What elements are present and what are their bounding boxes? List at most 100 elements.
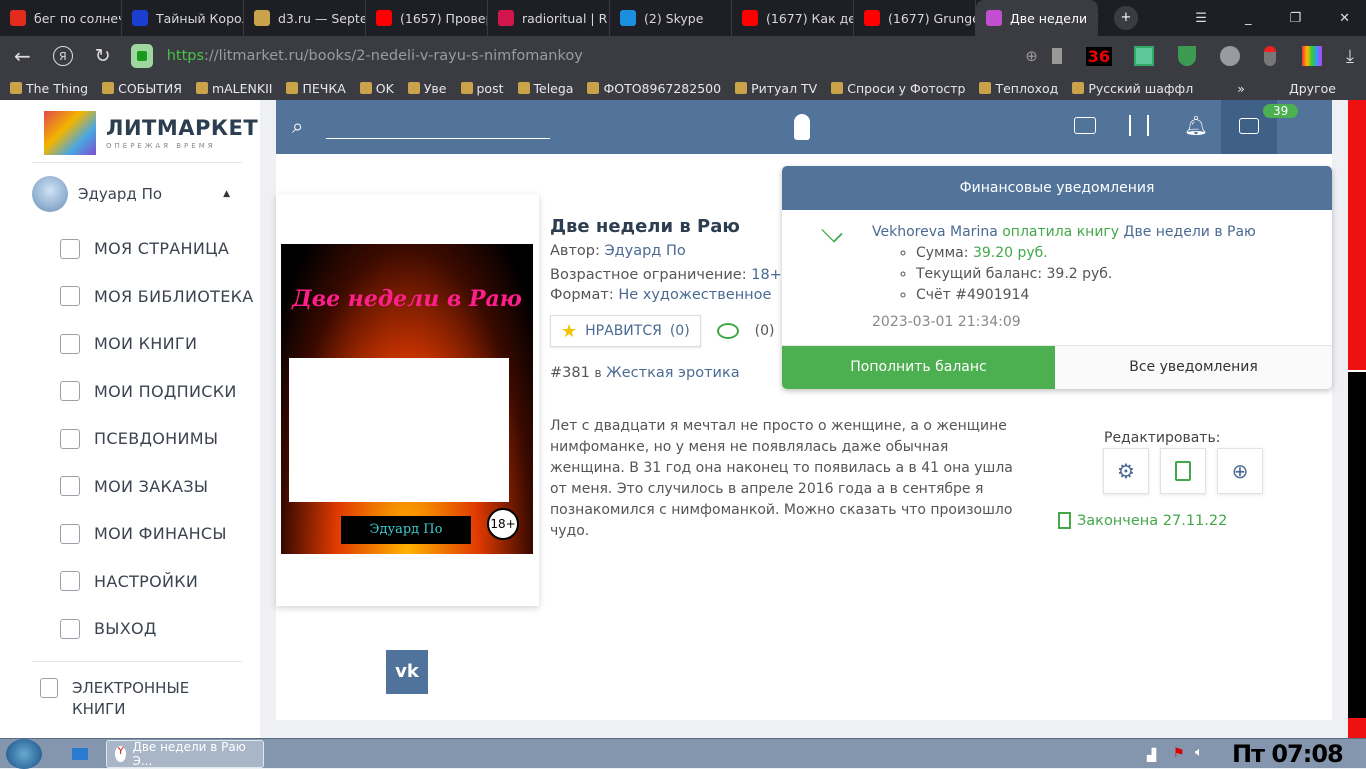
- reload-icon[interactable]: ↻: [95, 45, 111, 67]
- sidebar-item[interactable]: МОИ ЗАКАЗЫ: [0, 463, 260, 511]
- topup-balance-button[interactable]: Пополнить баланс: [782, 346, 1055, 389]
- author-link[interactable]: Эдуард По: [604, 243, 685, 259]
- minimize-icon[interactable]: _: [1245, 11, 1252, 26]
- sidebar-item-label: ПСЕВДОНИМЫ: [94, 429, 219, 449]
- site-header: ⌕ 🔔︎ 39: [276, 100, 1332, 154]
- url-field[interactable]: https://litmarket.ru/books/2-nedeli-v-ra…: [167, 48, 583, 64]
- format-link[interactable]: Не художественное: [618, 287, 771, 303]
- bookmark-favicon: [407, 82, 420, 94]
- browser-tab[interactable]: бег по солнечной: [0, 0, 122, 36]
- p-extension-icon[interactable]: [1302, 46, 1323, 66]
- sidebar-item[interactable]: МОИ КНИГИ: [0, 320, 260, 368]
- messages-icon[interactable]: [1074, 117, 1096, 134]
- sidebar-item[interactable]: ПСЕВДОНИМЫ: [0, 415, 260, 463]
- back-icon[interactable]: ←: [14, 44, 31, 68]
- bookmark-item[interactable]: post: [460, 81, 504, 96]
- rank-genre-link[interactable]: Жесткая эротика: [606, 365, 739, 381]
- book-icon: [1175, 461, 1191, 481]
- library-icon[interactable]: [1129, 115, 1149, 136]
- taskbar-browser-window[interactable]: Y Две недели в Раю Э...: [106, 740, 264, 768]
- cl-icon: [132, 10, 148, 26]
- bookmark-item[interactable]: The Thing: [10, 81, 88, 96]
- nav-icon: [60, 618, 80, 639]
- new-tab-icon[interactable]: +: [1114, 6, 1138, 30]
- bookmark-icon[interactable]: [1051, 48, 1062, 64]
- counter-extension[interactable]: 36: [1085, 46, 1113, 66]
- bookmark-item[interactable]: ПЕЧКА: [286, 81, 346, 96]
- clock[interactable]: Пт 07:08: [1232, 740, 1344, 768]
- settings-button[interactable]: ⚙: [1103, 448, 1149, 494]
- volume-icon[interactable]: 🔈︎: [1195, 745, 1203, 760]
- lock-icon[interactable]: [130, 44, 153, 68]
- yandex-button-icon[interactable]: Я: [52, 46, 73, 66]
- sidebar-item[interactable]: МОИ ПОДПИСКИ: [0, 368, 260, 416]
- browser-tab[interactable]: Тайный Король: [122, 0, 244, 36]
- search-icon[interactable]: ⌕: [292, 114, 303, 138]
- bookmark-item[interactable]: Русский шаффл: [1072, 81, 1193, 96]
- bell-icon[interactable]: 🔔︎: [1184, 114, 1208, 137]
- bookmark-item[interactable]: Уве: [407, 81, 447, 96]
- sidebar-item[interactable]: МОИ ФИНАНСЫ: [0, 510, 260, 558]
- bookmark-item[interactable]: Ритуал TV: [735, 81, 817, 96]
- gear-icon: ⚙: [1117, 459, 1135, 483]
- chapters-button[interactable]: [1160, 448, 1206, 494]
- site-logo[interactable]: ЛИТМАРКЕТ ОПЕРЕЖАЯ ВРЕМЯ: [44, 108, 260, 158]
- sidebar-item[interactable]: ВЫХОД: [0, 605, 260, 653]
- other-bookmarks-button[interactable]: Другое: [1289, 81, 1336, 96]
- vk-share-button[interactable]: vk: [386, 650, 428, 694]
- bookmark-item[interactable]: Telega: [517, 81, 573, 96]
- browser-tab[interactable]: d3.ru — September: [244, 0, 366, 36]
- bookmark-favicon: [831, 82, 844, 94]
- browser-tab[interactable]: (1677) Grunge: [854, 0, 976, 36]
- flag-icon[interactable]: ⚑: [1173, 746, 1185, 761]
- shield-extension-icon[interactable]: [1178, 46, 1197, 66]
- user-menu[interactable]: Эдуард По ▲: [0, 163, 260, 225]
- book-cover[interactable]: Две недели в Раю Эдуард По 18+: [276, 194, 539, 606]
- restore-icon[interactable]: ❐: [1289, 11, 1301, 26]
- debian-icon: [498, 10, 514, 26]
- all-notifications-button[interactable]: Все уведомления: [1055, 346, 1332, 389]
- sidebar-item[interactable]: МОЯ СТРАНИЦА: [0, 225, 260, 273]
- mouse-extension-icon[interactable]: [1264, 46, 1277, 66]
- browser-tab[interactable]: Две недели ✕: [976, 0, 1098, 36]
- status: Закончена 27.11.22: [1058, 512, 1227, 529]
- extension-icon[interactable]: [1134, 46, 1155, 66]
- browser-tab[interactable]: (2) Skype: [610, 0, 732, 36]
- globe-icon[interactable]: [1220, 46, 1241, 66]
- more-bookmarks-button[interactable]: »: [1237, 81, 1245, 96]
- add-chapter-button[interactable]: ⊕: [1217, 448, 1263, 494]
- bookmark-item[interactable]: mALENKII: [195, 81, 272, 96]
- bookmark-item[interactable]: ФОТО8967282500: [587, 81, 721, 96]
- page-scrollbar[interactable]: [1348, 100, 1366, 738]
- browser-tab[interactable]: (1677) Как делать: [732, 0, 854, 36]
- keyboard-icon[interactable]: [72, 748, 88, 760]
- book-link[interactable]: Две недели в Раю: [1124, 224, 1256, 240]
- sidebar-item[interactable]: МОЯ БИБЛИОТЕКА: [0, 273, 260, 321]
- menu-icon[interactable]: ☰: [1195, 11, 1207, 26]
- browser-tab[interactable]: (1657) Проверка: [366, 0, 488, 36]
- close-window-icon[interactable]: ✕: [1339, 11, 1350, 26]
- bookmark-item[interactable]: Спроси у Фотостр: [831, 81, 965, 96]
- profile-silhouette-icon[interactable]: [794, 114, 810, 140]
- sidebar-item[interactable]: НАСТРОЙКИ: [0, 558, 260, 606]
- book-icon: [40, 677, 58, 698]
- nav-icon: [60, 381, 80, 402]
- like-label: НРАВИТСЯ: [585, 323, 662, 339]
- network-icon[interactable]: ▟: [1147, 748, 1156, 762]
- bookmark-item[interactable]: СОБЫТИЯ: [102, 81, 182, 96]
- start-button[interactable]: [6, 739, 42, 769]
- search-input[interactable]: [326, 138, 550, 139]
- payer-link[interactable]: Vekhoreva Marina: [872, 224, 998, 240]
- youtube-icon: [864, 10, 880, 26]
- piggy-bank-icon[interactable]: [716, 323, 739, 339]
- close-tab-icon[interactable]: ✕: [1095, 11, 1097, 26]
- browser-tab[interactable]: radioritual | R: [488, 0, 610, 36]
- download-icon[interactable]: ⤓: [1346, 46, 1354, 67]
- bookmark-item[interactable]: OK: [359, 81, 394, 96]
- wallet-button[interactable]: 39: [1221, 100, 1299, 154]
- zoom-icon[interactable]: ⊕: [1025, 47, 1038, 65]
- bookmark-item[interactable]: Теплоход: [979, 81, 1058, 96]
- like-button[interactable]: ★ НРАВИТСЯ (0): [550, 315, 701, 347]
- sum-value: 39.20 руб.: [972, 245, 1048, 261]
- sidebar-item-ebooks[interactable]: ЭЛЕКТРОННЫЕ КНИГИ: [0, 662, 260, 720]
